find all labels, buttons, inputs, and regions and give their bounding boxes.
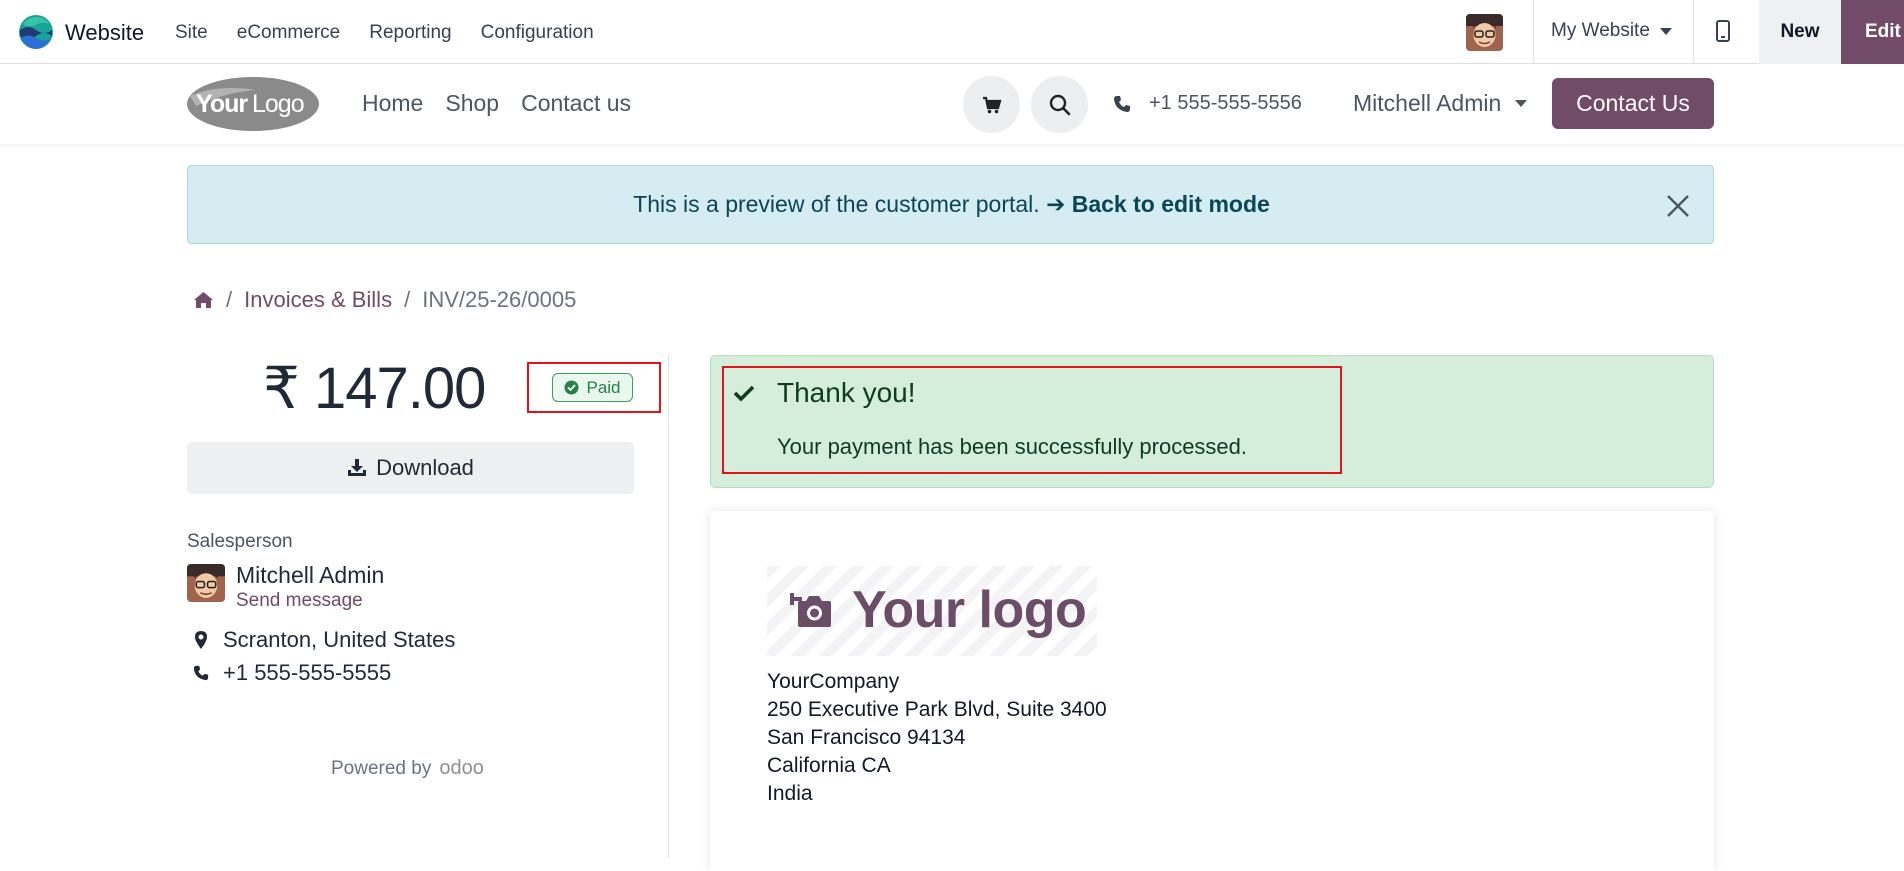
admin-divider [1693,0,1694,64]
company-name: YourCompany [767,670,900,693]
menu-site[interactable]: Site [175,22,208,44]
menu-reporting[interactable]: Reporting [369,22,451,44]
breadcrumb-separator: / [404,287,411,312]
highlight-box [722,366,1342,474]
back-to-edit-link[interactable]: ➔ Back to edit mode [1046,191,1270,217]
company-logo-placeholder-text: Your logo [852,581,1087,639]
powered-by: Powered by odoo [331,757,484,780]
user-menu-name: Mitchell Admin [1353,90,1502,116]
column-divider [668,355,669,858]
header-phone[interactable]: +1 555-555-5556 [1113,92,1302,115]
cart-button[interactable] [963,76,1020,133]
admin-user-avatar[interactable] [1466,14,1503,51]
company-address-line: San Francisco 94134 [767,726,966,749]
salesperson-location-text: Scranton, United States [223,627,456,652]
map-marker-icon [195,631,207,649]
search-button[interactable] [1031,76,1088,133]
odoo-logo[interactable]: odoo [439,757,484,780]
admin-divider [1533,0,1534,64]
cart-icon [982,96,1001,113]
website-app-icon[interactable] [18,14,54,50]
camera-plus-icon [790,593,831,627]
company-address-line: 250 Executive Park Blvd, Suite 3400 [767,698,1107,721]
user-menu[interactable]: Mitchell Admin [1353,90,1528,117]
new-button[interactable]: New [1759,0,1841,64]
edit-button[interactable]: Edit [1841,0,1904,64]
breadcrumb-current: INV/25-26/0005 [422,287,577,312]
salesperson-phone-text: +1 555-555-5555 [223,660,392,685]
menu-ecommerce[interactable]: eCommerce [237,22,340,44]
download-button[interactable]: Download [187,442,634,494]
salesperson-phone: +1 555-555-5555 [193,660,391,686]
chevron-down-icon [1515,100,1528,107]
admin-navbar: Website Site eCommerce Reporting Configu… [0,0,1904,64]
company-address-line: India [767,782,813,805]
download-button-label: Download [376,455,474,480]
breadcrumb: / Invoices & Bills / INV/25-26/0005 [193,287,576,313]
home-icon[interactable] [193,291,214,309]
salesperson-avatar [187,564,225,602]
svg-text:Your: Your [196,90,248,118]
mobile-preview-icon[interactable] [1716,20,1730,42]
salesperson-location: Scranton, United States [193,627,455,653]
salesperson-name: Mitchell Admin [236,562,385,588]
contact-us-button[interactable]: Contact Us [1552,78,1714,129]
website-selector[interactable]: My Website [1551,20,1672,42]
svg-text:Logo: Logo [252,90,304,118]
invoice-amount: ₹ 147.00 [263,356,486,421]
search-icon [1049,94,1070,115]
highlight-box [527,362,661,413]
nav-contact-us[interactable]: Contact us [521,90,631,117]
powered-by-label: Powered by [331,757,432,779]
breadcrumb-separator: / [226,287,233,312]
phone-icon [193,665,209,681]
preview-alert-text: This is a preview of the customer portal… [188,191,1715,218]
site-header: Your Logo Home Shop Contact us +1 555-55… [0,64,1904,144]
menu-configuration[interactable]: Configuration [481,22,594,44]
app-name[interactable]: Website [65,20,144,46]
nav-shop[interactable]: Shop [445,90,499,117]
nav-home[interactable]: Home [362,90,423,117]
site-nav: Home Shop Contact us [362,90,631,117]
site-logo[interactable]: Your Logo [186,76,320,132]
website-selector-label: My Website [1551,20,1650,41]
salesperson-label: Salesperson [187,531,293,552]
portal-preview-alert: This is a preview of the customer portal… [187,165,1714,244]
phone-icon [1114,95,1130,112]
close-icon[interactable] [1665,193,1691,219]
send-message-link[interactable]: Send message [236,590,363,612]
download-icon [348,459,367,476]
chevron-down-icon [1659,27,1672,35]
company-address-line: California CA [767,754,891,777]
admin-menu: Site eCommerce Reporting Configuration [175,22,594,44]
breadcrumb-invoices-link[interactable]: Invoices & Bills [244,287,392,313]
header-phone-number: +1 555-555-5556 [1149,92,1302,114]
preview-alert-message: This is a preview of the customer portal… [633,191,1040,217]
